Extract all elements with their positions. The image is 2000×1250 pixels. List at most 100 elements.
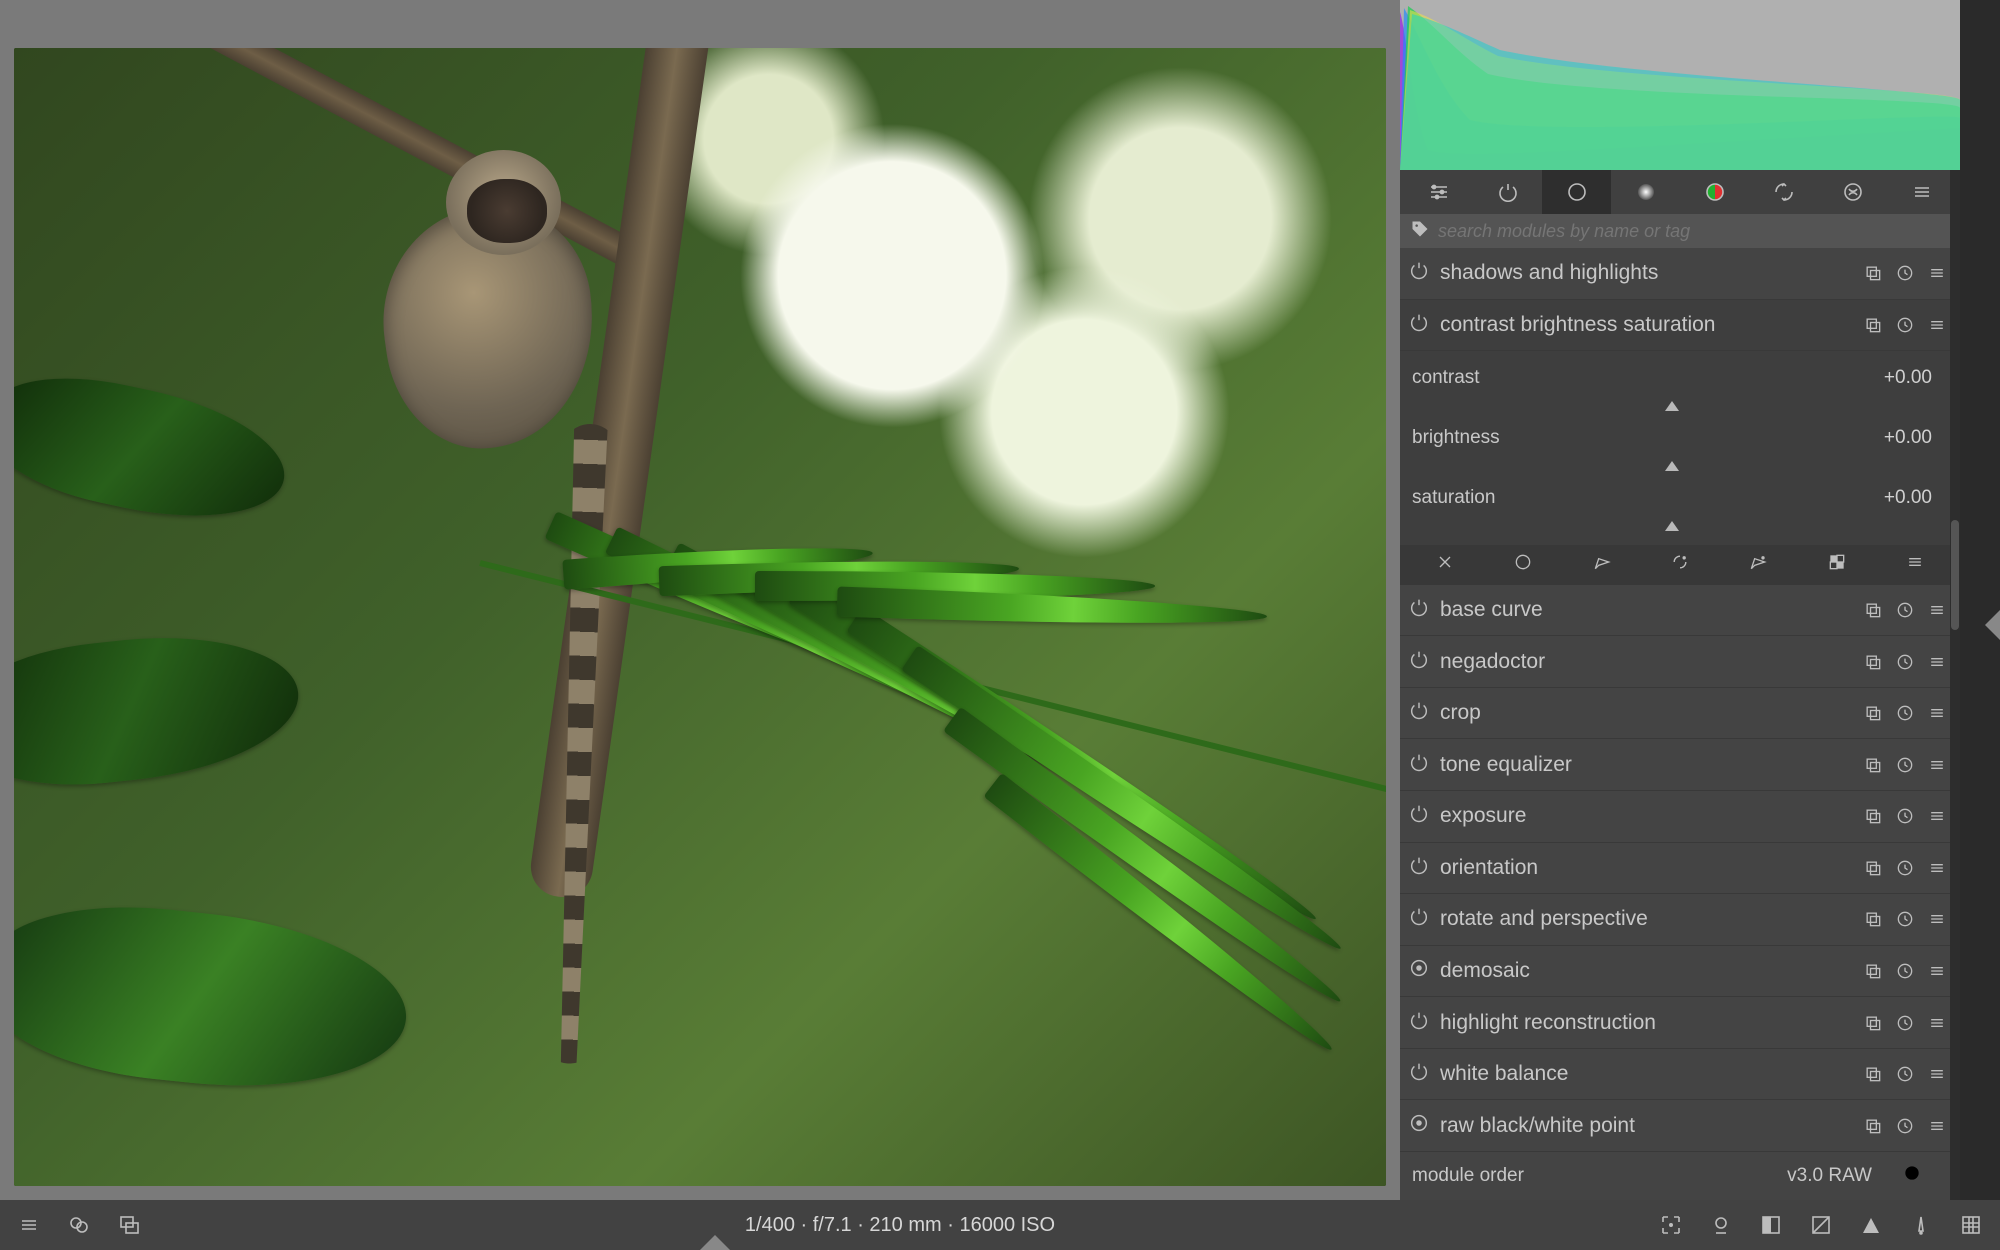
power-always-on-icon[interactable] (1408, 1112, 1430, 1140)
power-icon[interactable] (1408, 259, 1430, 287)
reset-icon[interactable] (1894, 961, 1916, 981)
mask-combined-icon[interactable] (1748, 552, 1768, 577)
second-window-icon[interactable] (114, 1213, 144, 1237)
module-tone-equalizer[interactable]: tone equalizer (1400, 739, 1960, 791)
reset-icon[interactable] (1894, 600, 1916, 620)
multi-instance-icon[interactable] (1862, 600, 1884, 620)
module-white-balance[interactable]: white balance (1400, 1049, 1960, 1101)
slider-caret-icon[interactable] (1665, 461, 1679, 471)
collapse-right-handle[interactable] (1985, 610, 2000, 640)
preset-menu-icon[interactable] (1928, 1163, 1948, 1189)
module-contrast-brightness-saturation[interactable]: contrast brightness saturation (1400, 300, 1960, 352)
module-shadows-highlights[interactable]: shadows and highlights (1400, 248, 1960, 300)
power-icon[interactable] (1408, 648, 1430, 676)
power-icon[interactable] (1408, 751, 1430, 779)
power-icon[interactable] (1408, 596, 1430, 624)
preset-menu-icon[interactable] (1926, 961, 1948, 981)
power-icon[interactable] (1408, 1009, 1430, 1037)
power-icon[interactable] (1408, 1060, 1430, 1088)
preset-menu-icon[interactable] (1926, 858, 1948, 878)
display-transform-icon[interactable] (1756, 1213, 1786, 1237)
preset-menu-icon[interactable] (1926, 806, 1948, 826)
preset-menu-icon[interactable] (1926, 755, 1948, 775)
mask-raster-icon[interactable] (1827, 552, 1847, 577)
panel-scrollbar[interactable] (1950, 170, 1960, 1200)
collapse-bottom-handle[interactable] (700, 1235, 730, 1250)
multi-instance-icon[interactable] (1862, 652, 1884, 672)
reset-icon[interactable] (1894, 315, 1916, 335)
reset-icon[interactable] (1894, 858, 1916, 878)
power-icon[interactable] (1408, 311, 1430, 339)
preset-menu-icon[interactable] (1926, 1013, 1948, 1033)
preset-menu-icon[interactable] (1926, 1116, 1948, 1136)
reset-icon[interactable] (1894, 1013, 1916, 1033)
search-input[interactable] (1438, 221, 1950, 242)
multi-instance-icon[interactable] (1862, 1064, 1884, 1084)
slider-caret-icon[interactable] (1665, 401, 1679, 411)
guides-icon[interactable] (1956, 1213, 1986, 1237)
module-demosaic[interactable]: demosaic (1400, 946, 1960, 998)
multi-instance-icon[interactable] (1862, 755, 1884, 775)
mask-off-icon[interactable] (1435, 552, 1455, 577)
reset-icon[interactable] (1894, 652, 1916, 672)
preset-menu-icon[interactable] (1926, 909, 1948, 929)
correct-group-tab[interactable] (1749, 170, 1818, 214)
power-icon[interactable] (1408, 905, 1430, 933)
contrast-slider[interactable]: contrast +0.00 (1412, 355, 1932, 401)
preset-menu-icon[interactable] (1926, 263, 1948, 283)
slider-caret-icon[interactable] (1665, 521, 1679, 531)
blend-menu-icon[interactable] (1905, 552, 1925, 577)
power-icon[interactable] (1408, 802, 1430, 830)
histogram[interactable] (1400, 0, 1960, 170)
mask-drawn-icon[interactable] (1592, 552, 1612, 577)
iso12646-icon[interactable] (1706, 1213, 1736, 1237)
base-group-tab[interactable] (1542, 170, 1611, 214)
preset-menu-icon[interactable] (1926, 315, 1948, 335)
module-raw-black-white-point[interactable]: raw black/white point (1400, 1100, 1960, 1152)
reset-icon[interactable] (1894, 703, 1916, 723)
effect-group-tab[interactable] (1818, 170, 1887, 214)
reset-icon[interactable] (1902, 1163, 1922, 1189)
module-negadoctor[interactable]: negadoctor (1400, 636, 1960, 688)
multi-instance-icon[interactable] (1862, 858, 1884, 878)
presets-menu-tab[interactable] (1887, 170, 1956, 214)
reset-icon[interactable] (1894, 806, 1916, 826)
preset-menu-icon[interactable] (1926, 703, 1948, 723)
multi-instance-icon[interactable] (1862, 961, 1884, 981)
styles-icon[interactable] (64, 1213, 94, 1237)
quick-access-tab[interactable] (1404, 170, 1473, 214)
mask-uniform-icon[interactable] (1513, 552, 1533, 577)
preset-menu-icon[interactable] (1926, 652, 1948, 672)
raw-overexposed-icon[interactable] (1856, 1213, 1886, 1237)
saturation-slider[interactable]: saturation +0.00 (1412, 475, 1932, 521)
module-orientation[interactable]: orientation (1400, 843, 1960, 895)
power-icon[interactable] (1408, 699, 1430, 727)
mask-parametric-icon[interactable] (1670, 552, 1690, 577)
active-modules-tab[interactable] (1473, 170, 1542, 214)
main-image[interactable] (14, 48, 1386, 1186)
multi-instance-icon[interactable] (1862, 263, 1884, 283)
module-highlight-reconstruction[interactable]: highlight reconstruction (1400, 997, 1960, 1049)
multi-instance-icon[interactable] (1862, 1116, 1884, 1136)
reset-icon[interactable] (1894, 755, 1916, 775)
multi-instance-icon[interactable] (1862, 703, 1884, 723)
multi-instance-icon[interactable] (1862, 909, 1884, 929)
preset-menu-icon[interactable] (1926, 1064, 1948, 1084)
multi-instance-icon[interactable] (1862, 806, 1884, 826)
gamut-check-icon[interactable] (1906, 1213, 1936, 1237)
module-base-curve[interactable]: base curve (1400, 585, 1960, 637)
quick-presets-icon[interactable] (14, 1213, 44, 1237)
focus-peaking-icon[interactable] (1656, 1213, 1686, 1237)
module-crop[interactable]: crop (1400, 688, 1960, 740)
preset-menu-icon[interactable] (1926, 600, 1948, 620)
scrollbar-thumb[interactable] (1951, 520, 1959, 630)
brightness-slider[interactable]: brightness +0.00 (1412, 415, 1932, 461)
multi-instance-icon[interactable] (1862, 1013, 1884, 1033)
color-group-tab[interactable] (1680, 170, 1749, 214)
module-rotate-perspective[interactable]: rotate and perspective (1400, 894, 1960, 946)
reset-icon[interactable] (1894, 909, 1916, 929)
reset-icon[interactable] (1894, 1116, 1916, 1136)
reset-icon[interactable] (1894, 1064, 1916, 1084)
power-icon[interactable] (1408, 854, 1430, 882)
power-always-on-icon[interactable] (1408, 957, 1430, 985)
